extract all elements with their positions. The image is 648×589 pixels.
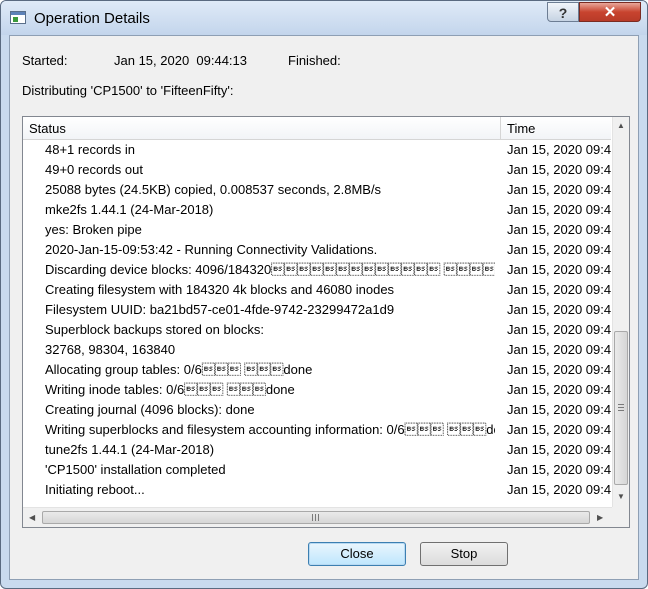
time-cell: Jan 15, 2020 09:4 [507, 202, 611, 217]
vertical-scroll-thumb[interactable] [614, 331, 628, 485]
status-cell: tune2fs 1.44.1 (24-Mar-2018) [45, 442, 215, 457]
status-cell: 49+0 records out [45, 162, 143, 177]
table-row[interactable]: 'CP1500' installation completed Jan 15, 2… [23, 460, 611, 480]
log-rows: 48+1 records in Jan 15, 2020 09:4 49+0 rec… [23, 140, 611, 505]
dialog-body: Started: Jan 15, 2020 09:44:13 Finished:… [9, 35, 639, 580]
time-cell: Jan 15, 2020 09:4 [507, 382, 611, 397]
time-cell: Jan 15, 2020 09:4 [507, 282, 611, 297]
window-app-icon [10, 11, 26, 24]
status-cell: Creating filesystem with 184320 4k block… [45, 282, 395, 297]
time-cell: Jan 15, 2020 09:4 [507, 142, 611, 157]
help-button[interactable]: ? [547, 2, 579, 22]
status-cell: 32768, 98304, 163840 [45, 342, 176, 357]
close-button[interactable]: Close [308, 542, 406, 566]
list-header: Status Time [23, 117, 611, 140]
time-cell: Jan 15, 2020 09:4 [507, 182, 611, 197]
vertical-scrollbar[interactable]: ▲ ▼ [612, 117, 629, 507]
status-cell: 'CP1500' installation completed [45, 462, 226, 477]
time-cell: Jan 15, 2020 09:4 [507, 362, 611, 377]
status-cell: Initiating reboot... [45, 482, 145, 497]
grip-line [618, 404, 624, 405]
table-row[interactable]: 48+1 records in Jan 15, 2020 09:4 [23, 140, 611, 160]
status-cell: Creating journal (4096 blocks): done [45, 402, 255, 417]
time-cell: Jan 15, 2020 09:4 [507, 222, 611, 237]
time-cell: Jan 15, 2020 09:4 [507, 442, 611, 457]
table-row[interactable]: Filesystem UUID: ba21bd57-ce01-4fde-9742… [23, 300, 611, 320]
status-cell: Writing superblocks and filesystem accou… [45, 422, 495, 437]
table-row[interactable]: Superblock backups stored on blocks: Jan … [23, 320, 611, 340]
title-bar: Operation Details ? ✕ [1, 1, 647, 35]
scroll-left-arrow-icon[interactable]: ◀ [29, 513, 35, 522]
status-cell: 25088 bytes (24.5KB) copied, 0.008537 se… [45, 182, 382, 197]
table-row[interactable]: 2020-Jan-15-09:53:42 - Running Connectiv… [23, 240, 611, 260]
column-header-status[interactable]: Status [29, 121, 66, 136]
status-cell: Allocating group tables: 0/6 done [45, 362, 313, 377]
table-row[interactable]: Creating filesystem with 184320 4k block… [23, 280, 611, 300]
operation-details-window: Operation Details ? ✕ Started: Jan 15, 2… [0, 0, 648, 589]
status-cell: Discarding device blocks: 4096/184320… [45, 262, 495, 277]
time-cell: Jan 15, 2020 09:4 [507, 302, 611, 317]
distributing-label: Distributing 'CP1500' to 'FifteenFifty': [22, 83, 234, 98]
time-cell: Jan 15, 2020 09:4 [507, 462, 611, 477]
status-cell: Filesystem UUID: ba21bd57-ce01-4fde-9742… [45, 302, 395, 317]
window-close-button[interactable]: ✕ [579, 2, 641, 22]
scroll-right-arrow-icon[interactable]: ▶ [597, 513, 603, 522]
finished-label: Finished: [288, 53, 341, 68]
grip-line [315, 514, 316, 521]
table-row[interactable]: tune2fs 1.44.1 (24-Mar-2018) Jan 15, 2020… [23, 440, 611, 460]
table-row[interactable]: Writing inode tables: 0/6 done Jan … [23, 380, 611, 400]
column-divider[interactable] [500, 117, 501, 139]
status-cell: yes: Broken pipe [45, 222, 142, 237]
scrollbar-corner [612, 507, 629, 527]
time-cell: Jan 15, 2020 09:4 [507, 482, 611, 497]
started-label: Started: [22, 53, 68, 68]
started-value: Jan 15, 2020 09:44:13 [114, 53, 248, 68]
column-header-time[interactable]: Time [507, 121, 535, 136]
table-row[interactable]: 25088 bytes (24.5KB) copied, 0.008537 se… [23, 180, 611, 200]
time-cell: Jan 15, 2020 09:4 [507, 322, 611, 337]
table-row[interactable]: Creating journal (4096 blocks): done Jan … [23, 400, 611, 420]
status-cell: mke2fs 1.44.1 (24-Mar-2018) [45, 202, 214, 217]
grip-line [618, 410, 624, 411]
table-row[interactable]: Writing superblocks and filesystem accou… [23, 420, 611, 440]
time-cell: Jan 15, 2020 09:4 [507, 242, 611, 257]
grip-line [618, 407, 624, 408]
horizontal-scroll-thumb[interactable] [42, 511, 590, 524]
status-cell: 48+1 records in [45, 142, 135, 157]
grip-line [312, 514, 313, 521]
time-cell: Jan 15, 2020 09:4 [507, 162, 611, 177]
scroll-up-arrow-icon[interactable]: ▲ [617, 121, 625, 130]
scroll-down-arrow-icon[interactable]: ▼ [617, 492, 625, 501]
time-cell: Jan 15, 2020 09:4 [507, 262, 611, 277]
table-row[interactable]: 32768, 98304, 163840 Jan 15, 2020 09:4 [23, 340, 611, 360]
status-cell: Writing inode tables: 0/6 done [45, 382, 295, 397]
time-cell: Jan 15, 2020 09:4 [507, 342, 611, 357]
table-row[interactable]: 49+0 records out Jan 15, 2020 09:4 [23, 160, 611, 180]
table-row[interactable]: mke2fs 1.44.1 (24-Mar-2018) Jan 15, 2020 … [23, 200, 611, 220]
status-cell: Superblock backups stored on blocks: [45, 322, 264, 337]
time-cell: Jan 15, 2020 09:4 [507, 422, 611, 437]
stop-button[interactable]: Stop [420, 542, 508, 566]
table-row[interactable]: Allocating group tables: 0/6 done J… [23, 360, 611, 380]
operation-log-list[interactable]: Status Time 48+1 records in Jan 15, 2020 … [22, 116, 630, 528]
horizontal-scrollbar[interactable]: ◀ ▶ [23, 507, 612, 527]
status-cell: 2020-Jan-15-09:53:42 - Running Connectiv… [45, 242, 378, 257]
table-row[interactable]: Discarding device blocks: 4096/184320… [23, 260, 611, 280]
table-row[interactable]: yes: Broken pipe Jan 15, 2020 09:4 [23, 220, 611, 240]
table-row[interactable]: Initiating reboot... Jan 15, 2020 09:4 [23, 480, 611, 500]
grip-line [318, 514, 319, 521]
window-title: Operation Details [34, 10, 150, 27]
time-cell: Jan 15, 2020 09:4 [507, 402, 611, 417]
